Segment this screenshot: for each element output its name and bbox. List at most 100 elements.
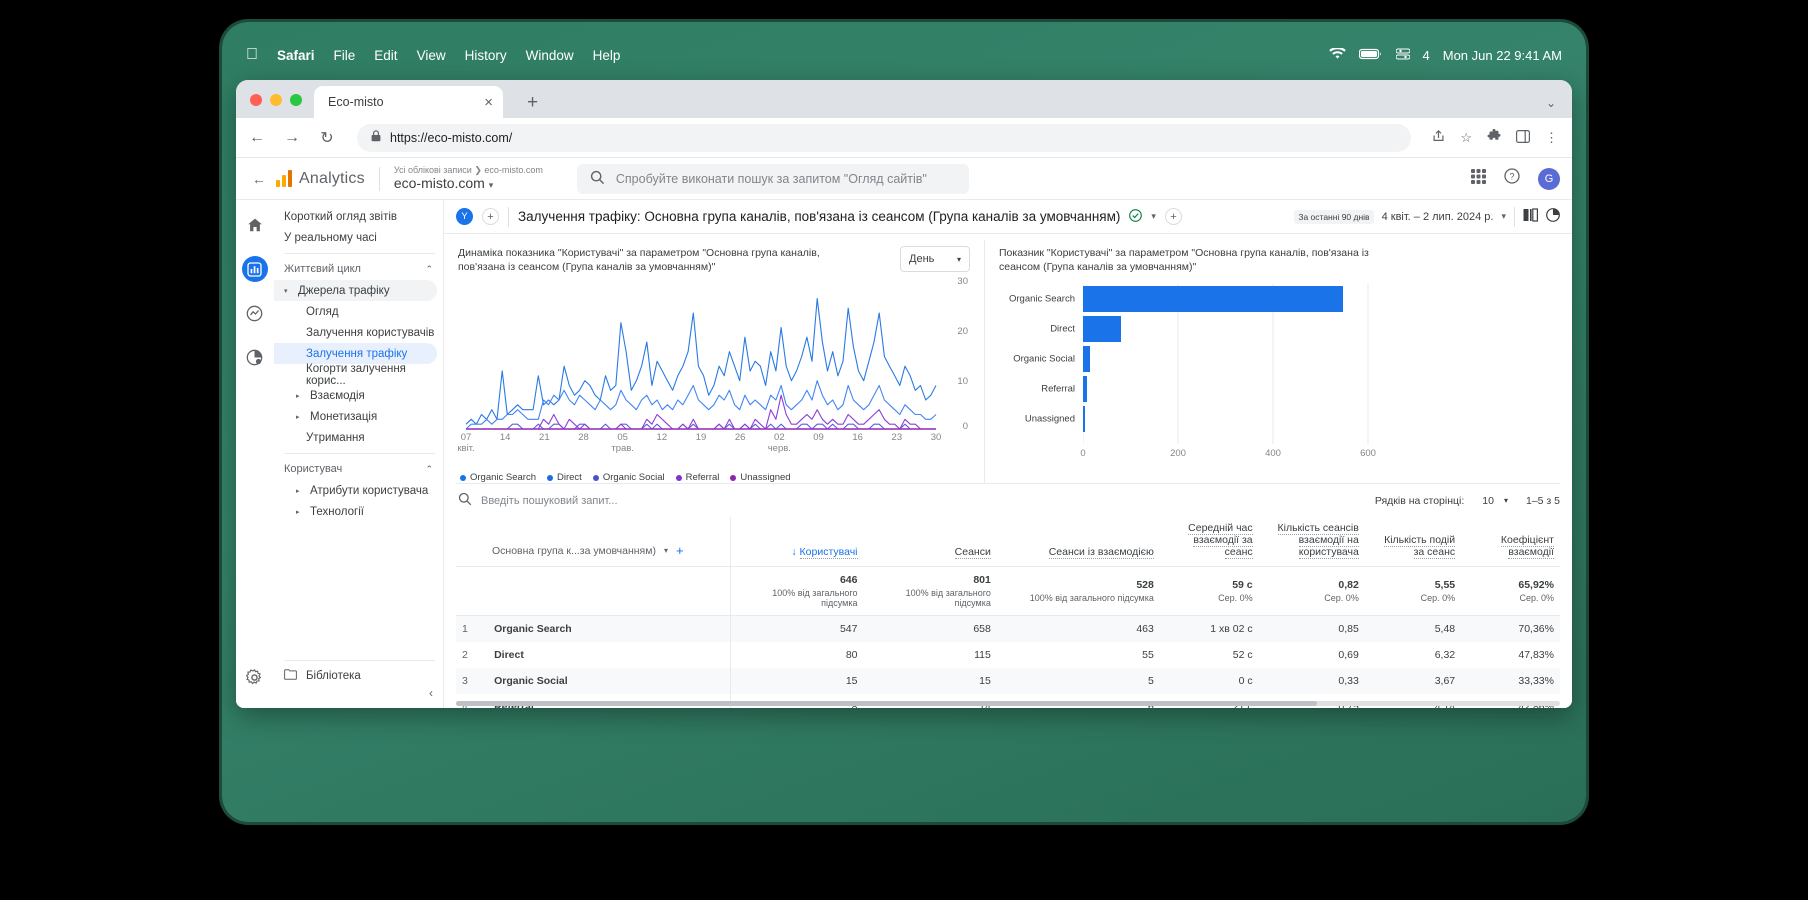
table-search-input[interactable]: Введіть пошуковий запит... <box>456 492 618 509</box>
wifi-icon[interactable] <box>1328 46 1346 63</box>
row-dimension[interactable]: Organic Search <box>488 615 731 643</box>
row-dimension[interactable]: Direct <box>488 642 731 669</box>
table-row[interactable]: 2 Direct 80 115 55 52 с 0,69 6,32 47,83% <box>456 642 1560 669</box>
column-header-engaged-sessions-per-user[interactable]: Кількість сеансів взаємодії на користува… <box>1258 517 1365 568</box>
menu-history[interactable]: History <box>465 48 507 63</box>
bar-row[interactable]: Organic Search <box>1009 284 1390 314</box>
sidebar-group-user-attributes[interactable]: ▸ Атрибути користувача <box>274 480 443 501</box>
sidebar-collapse-icon[interactable]: ‹ <box>429 686 433 700</box>
sidebar-section-user[interactable]: Користувач ⌃ <box>274 458 443 480</box>
chevron-down-icon[interactable]: ▾ <box>1501 211 1506 222</box>
rail-settings-icon[interactable] <box>242 664 268 690</box>
forward-icon[interactable]: → <box>283 129 301 147</box>
legend-entry[interactable]: Unassigned <box>730 472 791 483</box>
row-dimension[interactable]: Organic Social <box>488 668 731 695</box>
legend-entry[interactable]: Organic Social <box>592 472 665 483</box>
control-center-icon[interactable] <box>1394 47 1411 63</box>
bar-row[interactable]: Referral <box>1041 374 1390 404</box>
battery-icon[interactable] <box>1358 48 1383 63</box>
divider <box>508 206 509 227</box>
sidebar-item-retention[interactable]: Утримання <box>274 427 443 448</box>
address-bar[interactable]: https://eco-misto.com/ <box>357 123 1412 152</box>
search-input[interactable]: Спробуйте виконати пошук за запитом "Огл… <box>576 163 969 194</box>
chevron-down-icon[interactable]: ⌄ <box>1546 96 1556 110</box>
rail-home-icon[interactable] <box>242 212 268 238</box>
column-header-users[interactable]: ↓ Користувачі <box>730 517 864 568</box>
table-row[interactable]: 3 Organic Social 15 15 5 0 с 0,33 3,67 33,33% <box>456 668 1560 695</box>
sidebar-group-tech[interactable]: ▸ Технології <box>274 501 443 522</box>
bar-row[interactable]: Direct <box>1050 314 1390 344</box>
help-circle-icon[interactable]: ? <box>1504 168 1520 189</box>
menu-view[interactable]: View <box>417 48 446 63</box>
report-sidebar: Короткий огляд звітів У реальному часі Ж… <box>274 200 444 708</box>
rail-advertising-icon[interactable] <box>242 344 268 370</box>
sidebar-group-monetization[interactable]: ▸ Монетизація <box>274 406 443 427</box>
table-row[interactable]: 1 Organic Search 547 658 463 1 хв 02 с 0,85 5,4… <box>456 615 1560 643</box>
bar-row[interactable]: Unassigned <box>1025 404 1390 434</box>
column-header-events-per-session[interactable]: Кількість подій за сеанс <box>1364 517 1462 568</box>
menubar-clock[interactable]: Mon Jun 22 9:41 AM <box>1443 48 1562 63</box>
legend-entry[interactable]: Referral <box>675 472 719 483</box>
maximize-window-button[interactable] <box>290 94 302 106</box>
date-range-value[interactable]: 4 квіт. – 2 лип. 2024 р. <box>1382 211 1494 223</box>
rail-explore-icon[interactable] <box>242 300 268 326</box>
browser-tab[interactable]: Eco-misto × <box>314 86 503 118</box>
puzzle-icon[interactable] <box>1487 128 1501 146</box>
menu-safari[interactable]: Safari <box>277 48 315 63</box>
legend-dot <box>592 474 599 481</box>
column-header-avg-engagement-time[interactable]: Середній час взаємодії за сеанс <box>1159 517 1259 568</box>
rows-per-page-select[interactable]: 10 ▾ <box>1482 495 1508 507</box>
bar-row[interactable]: Organic Social <box>1013 344 1390 374</box>
sidebar-item-reports-snapshot[interactable]: Короткий огляд звітів <box>274 206 443 227</box>
chevron-down-icon[interactable]: ▾ <box>664 546 668 555</box>
sidebar-item-library[interactable]: Бібліотека <box>274 665 443 686</box>
add-item-button[interactable]: + <box>1164 208 1182 225</box>
insights-icon[interactable] <box>1546 208 1560 225</box>
menu-help[interactable]: Help <box>593 48 621 63</box>
totals-cell: 59 с Сер. 0% <box>1159 566 1259 617</box>
add-dimension-button[interactable]: + <box>676 543 684 558</box>
column-header-engagement-rate[interactable]: Коефіцієнт взаємодії <box>1461 517 1560 568</box>
sidebar-item-label: У реальному часі <box>284 231 377 244</box>
avatar[interactable]: G <box>1538 167 1560 190</box>
legend-entry[interactable]: Direct <box>547 472 582 483</box>
compare-icon[interactable] <box>1523 208 1539 225</box>
column-header-sessions[interactable]: Сеанси <box>863 517 997 568</box>
sidebar-item-traffic-acquisition[interactable]: Залучення трафіку <box>274 343 437 364</box>
ga-back-icon[interactable]: ← <box>248 171 276 187</box>
menu-file[interactable]: File <box>334 48 356 63</box>
sidebar-group-engagement[interactable]: ▸ Взаємодія <box>274 385 443 406</box>
reload-icon[interactable]: ↻ <box>318 128 336 148</box>
bookmark-icon[interactable]: ☆ <box>1460 130 1472 146</box>
add-comparison-button[interactable]: + <box>482 208 499 225</box>
horizontal-scrollbar[interactable] <box>456 701 1560 706</box>
browser-menu-icon[interactable]: ⋮ <box>1545 130 1558 146</box>
menu-window[interactable]: Window <box>526 48 574 63</box>
account-selector[interactable]: Усі облікові записи ❯ eco-misto.com eco-… <box>394 165 543 190</box>
share-icon[interactable] <box>1432 129 1445 146</box>
apple-menu-icon[interactable]:  <box>246 47 258 63</box>
report-scroll-area[interactable]: Динаміка показника "Користувачі" за пара… <box>444 234 1572 708</box>
close-window-button[interactable] <box>250 94 262 106</box>
minimize-window-button[interactable] <box>270 94 282 106</box>
panel-icon[interactable] <box>1516 129 1531 146</box>
sidebar-item-acquisition-cohorts[interactable]: Когорти залучення корис... <box>274 363 443 387</box>
sidebar-section-lifecycle[interactable]: Життєвий цикл ⌃ <box>274 258 443 280</box>
sidebar-item-realtime[interactable]: У реальному часі <box>274 227 443 248</box>
granularity-select[interactable]: День ▾ <box>900 246 970 272</box>
legend-entry[interactable]: Organic Search <box>460 472 536 483</box>
apps-grid-icon[interactable] <box>1471 168 1486 189</box>
bar-category-label: Referral <box>1041 383 1075 395</box>
sidebar-item-user-acquisition[interactable]: Залучення користувачів <box>274 322 443 343</box>
rail-reports-icon[interactable] <box>241 256 268 282</box>
chevron-down-icon[interactable]: ▾ <box>1151 211 1156 222</box>
column-header-engaged-sessions[interactable]: Сеанси із взаємодією <box>996 517 1160 568</box>
close-icon[interactable]: × <box>484 95 493 110</box>
sidebar-item-overview[interactable]: Огляд <box>274 301 443 322</box>
sidebar-group-traffic-sources[interactable]: ▾ Джерела трафіку <box>274 280 437 301</box>
menu-edit[interactable]: Edit <box>374 48 397 63</box>
back-icon[interactable]: ← <box>248 129 266 147</box>
avatar[interactable]: Y <box>456 208 473 225</box>
new-tab-button[interactable]: + <box>527 93 538 112</box>
check-circle-icon[interactable] <box>1129 208 1143 225</box>
